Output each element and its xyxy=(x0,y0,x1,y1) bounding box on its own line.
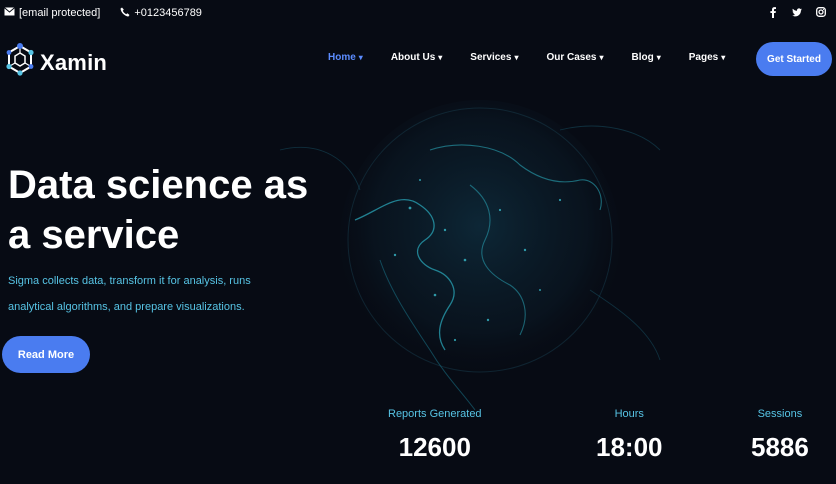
stat-value: 12600 xyxy=(398,432,471,462)
hero-title-line: Data science as xyxy=(8,163,309,207)
top-bar: [email protected] +0123456789 xyxy=(0,0,836,26)
phone-icon xyxy=(120,7,134,20)
chevron-down-icon: ▾ xyxy=(438,53,443,62)
chevron-down-icon: ▾ xyxy=(358,53,363,62)
stat-label: Reports Generated xyxy=(388,408,482,420)
nav-item-home[interactable]: Home ▾ xyxy=(328,52,363,63)
brand-name: Xamin xyxy=(40,49,108,75)
email-text: [email protected] xyxy=(19,7,101,19)
email-contact[interactable]: [email protected] xyxy=(4,7,100,19)
envelope-icon xyxy=(4,7,19,19)
hero-desc-line: Sigma collects data, transform it for an… xyxy=(8,275,251,287)
get-started-button[interactable]: Get Started xyxy=(756,42,832,76)
hero-title-line: a service xyxy=(8,213,180,257)
nav-item-about-us[interactable]: About Us ▾ xyxy=(391,52,442,63)
nav-label: Blog xyxy=(631,52,654,63)
stat-label: Sessions xyxy=(757,408,803,420)
main-navbar: Xamin Home ▾ About Us ▾ Services ▾ Our C… xyxy=(0,36,836,82)
hero-title: Data science as a service xyxy=(8,160,328,260)
nav-label: Services xyxy=(470,52,512,63)
stat-label: Hours xyxy=(614,408,644,420)
hero-description: Sigma collects data, transform it for an… xyxy=(8,268,288,320)
nav-item-services[interactable]: Services ▾ xyxy=(470,52,518,63)
instagram-icon[interactable] xyxy=(816,6,826,18)
chevron-down-icon: ▾ xyxy=(656,53,661,62)
hero-desc-line: analytical algorithms, and prepare visua… xyxy=(8,301,245,313)
social-links xyxy=(768,6,826,18)
logo[interactable]: Xamin xyxy=(4,42,107,83)
hexagon-network-icon xyxy=(4,42,36,83)
stat-sessions: Sessions 5886 xyxy=(751,404,809,463)
nav-label: Pages xyxy=(688,52,719,63)
read-more-button[interactable]: Read More xyxy=(2,336,90,373)
nav-label: About Us xyxy=(390,52,436,63)
facebook-icon[interactable] xyxy=(768,6,778,18)
stat-value: 18:00 xyxy=(596,432,663,462)
stat-reports-generated: Reports Generated 12600 xyxy=(388,404,482,463)
globe-illustration xyxy=(260,90,680,450)
chevron-down-icon: ▾ xyxy=(599,53,604,62)
nav-item-pages[interactable]: Pages ▾ xyxy=(689,52,725,63)
nav-label: Home xyxy=(328,52,356,63)
stat-hours: Hours 18:00 xyxy=(596,404,663,463)
nav-item-blog[interactable]: Blog ▾ xyxy=(632,52,661,63)
nav-label: Our Cases xyxy=(546,52,597,63)
chevron-down-icon: ▾ xyxy=(514,53,519,62)
contact-info: [email protected] +0123456789 xyxy=(4,7,222,20)
phone-text: +0123456789 xyxy=(134,7,202,19)
chevron-down-icon: ▾ xyxy=(721,53,726,62)
phone-contact[interactable]: +0123456789 xyxy=(120,7,202,20)
nav-item-our-cases[interactable]: Our Cases ▾ xyxy=(546,52,603,63)
stat-value: 5886 xyxy=(751,432,809,462)
primary-nav: Home ▾ About Us ▾ Services ▾ Our Cases ▾… xyxy=(328,52,753,63)
twitter-icon[interactable] xyxy=(792,6,802,18)
